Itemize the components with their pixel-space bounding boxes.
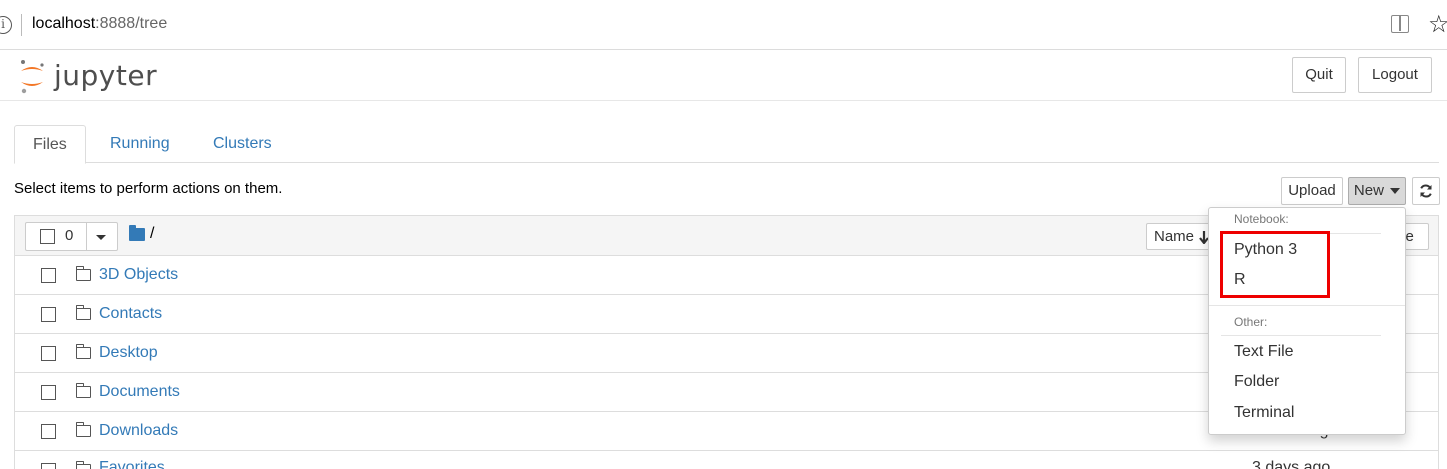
file-link[interactable]: Desktop (99, 344, 158, 362)
menu-divider (1209, 305, 1405, 306)
file-link[interactable]: Contacts (99, 305, 162, 323)
row-checkbox[interactable] (41, 424, 56, 439)
logout-button[interactable]: Logout (1358, 57, 1432, 93)
url-field[interactable]: localhost:8888/tree (32, 15, 167, 33)
select-all-control[interactable]: 0 (25, 222, 118, 251)
reader-view-icon[interactable] (1391, 15, 1409, 33)
folder-icon (75, 461, 91, 469)
select-menu-caret-icon[interactable] (96, 235, 106, 240)
folder-icon[interactable] (129, 225, 145, 241)
bookmark-star-icon[interactable]: ☆ (1428, 10, 1447, 38)
jupyter-logo-icon (21, 60, 44, 94)
notebook-section-header: Notebook: (1234, 212, 1289, 226)
refresh-icon (1420, 184, 1432, 198)
table-row[interactable]: Favorites 3 days ago (15, 451, 1438, 469)
row-checkbox[interactable] (41, 268, 56, 283)
breadcrumb[interactable]: / (150, 225, 154, 243)
file-link[interactable]: 3D Objects (99, 266, 178, 284)
jupyter-wordmark: jupyter (54, 59, 158, 92)
quit-button[interactable]: Quit (1292, 57, 1346, 93)
instruction-text: Select items to perform actions on them. (14, 180, 283, 197)
section-divider (1221, 335, 1381, 336)
folder-icon (75, 266, 91, 281)
jupyter-header: jupyter Quit Logout (0, 50, 1447, 101)
folder-icon (75, 383, 91, 398)
upload-button[interactable]: Upload (1281, 177, 1343, 205)
new-terminal-item[interactable]: Terminal (1234, 404, 1294, 422)
address-separator (21, 14, 22, 36)
modified-date: 3 days ago (1252, 459, 1331, 469)
refresh-button[interactable] (1412, 177, 1440, 205)
caret-down-icon (1390, 188, 1401, 195)
tab-files[interactable]: Files (14, 125, 86, 164)
highlight-box (1220, 231, 1330, 298)
row-checkbox[interactable] (41, 385, 56, 400)
url-host: localhost (32, 15, 96, 32)
select-all-checkbox[interactable] (40, 229, 55, 244)
tab-bar: Files Running Clusters (14, 125, 1439, 164)
sort-name-label: Name (1154, 228, 1195, 245)
folder-icon (75, 305, 91, 320)
tab-clusters[interactable]: Clusters (195, 125, 290, 163)
new-button[interactable]: New (1348, 177, 1406, 205)
browser-address-bar: i localhost:8888/tree ☆ (0, 0, 1447, 50)
new-button-label: New (1353, 182, 1384, 199)
url-path: :8888/tree (95, 15, 168, 32)
sort-name-button[interactable]: Name (1146, 223, 1216, 250)
new-text-file-item[interactable]: Text File (1234, 343, 1294, 361)
row-checkbox[interactable] (41, 463, 56, 469)
select-divider (86, 223, 87, 250)
jupyter-logo[interactable]: jupyter (18, 58, 168, 94)
tab-running[interactable]: Running (92, 125, 188, 163)
other-section-header: Other: (1234, 315, 1268, 329)
row-checkbox[interactable] (41, 346, 56, 361)
selected-count: 0 (65, 227, 74, 244)
file-link[interactable]: Favorites (99, 459, 165, 469)
folder-icon (75, 344, 91, 359)
new-folder-item[interactable]: Folder (1234, 373, 1279, 391)
file-link[interactable]: Downloads (99, 422, 178, 440)
file-link[interactable]: Documents (99, 383, 180, 401)
row-checkbox[interactable] (41, 307, 56, 322)
folder-icon (75, 422, 91, 437)
info-icon[interactable]: i (0, 16, 12, 34)
